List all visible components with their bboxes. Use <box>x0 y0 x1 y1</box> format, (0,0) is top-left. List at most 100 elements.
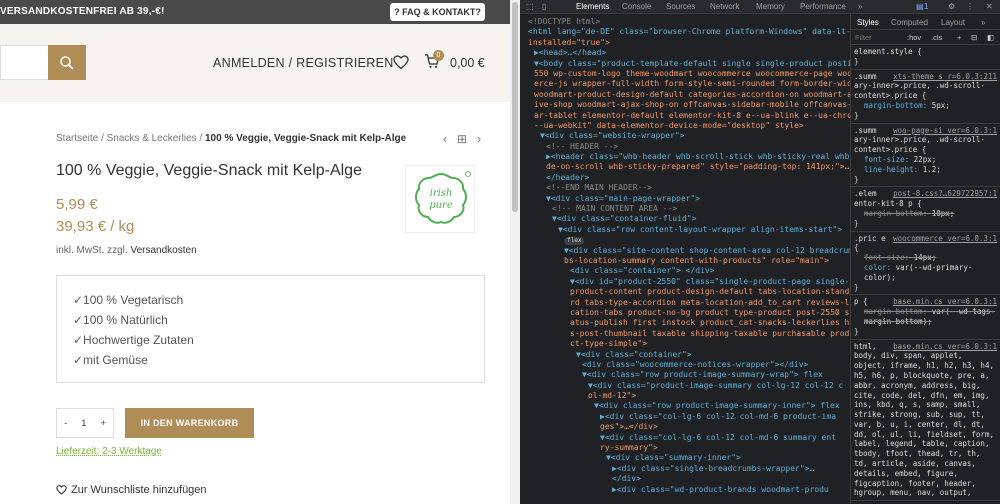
style-source-link[interactable]: woocommerce_ver=6.0.3:1 <box>893 234 997 244</box>
dom-node-line[interactable]: ▼<div class="main-page-wrapper"> <box>520 194 850 204</box>
dom-node-line[interactable]: <!DOCTYPE html> <box>520 17 850 27</box>
dom-node-line[interactable]: <div class="container"> </div> <box>520 266 850 276</box>
chevron-right-icon[interactable]: › <box>477 132 481 146</box>
dom-node-line[interactable]: ▶<div class="single-breadcrumbs-wrapper"… <box>520 464 850 474</box>
add-to-cart-button[interactable]: IN DEN WARENKORB <box>125 408 254 438</box>
grid-icon[interactable]: ⊞ <box>457 132 467 146</box>
shipping-costs-link[interactable]: Versandkosten <box>130 245 196 256</box>
search-button[interactable] <box>48 45 86 80</box>
style-rule[interactable]: xts-theme_s_r=6.0.3:211 .summ ary-inner>.… <box>851 70 1000 124</box>
dom-node-line[interactable]: de-on-scroll whb-sticky-prepared" style=… <box>520 162 850 172</box>
breadcrumb-home[interactable]: Startseite <box>56 133 98 144</box>
style-property[interactable]: color: var(--wd-primary-color); <box>854 263 997 283</box>
dom-node-line[interactable]: ▼<div class="summary-inner"> <box>520 453 850 463</box>
dom-node-line[interactable]: flex <box>520 235 850 246</box>
dom-node-line[interactable]: ▼<div class="container"> <box>520 350 850 360</box>
elements-tree[interactable]: <!DOCTYPE html> <html lang="de-DE" class=… <box>520 14 850 504</box>
style-property-value[interactable]: 10px; <box>932 209 955 218</box>
class-button[interactable]: .cls <box>931 33 942 43</box>
dom-node-line[interactable]: ▼<div class="website-wrapper"> <box>520 131 850 141</box>
dom-node-line[interactable]: ▶<div class="wd-product-brands woodmart-… <box>520 485 850 495</box>
dom-node-line[interactable]: ▼<body class="product-template-default s… <box>520 59 850 69</box>
dom-node-line[interactable]: ct-type-simple"> <box>520 339 850 349</box>
device-toggle-icon[interactable]: ▯ <box>542 2 546 11</box>
cart-total[interactable]: 0,00 € <box>450 56 485 70</box>
style-property[interactable]: margin-bottom: 10px; <box>854 209 997 219</box>
dom-node-line[interactable]: ▼<div class="site-content shop-content-a… <box>520 246 850 256</box>
dom-node-line[interactable]: erce-js wrapper-full-width form-style-se… <box>520 79 850 89</box>
style-property-value[interactable]: 14px; <box>914 253 937 262</box>
dom-node-line[interactable]: <!-- HEADER --> <box>520 142 850 152</box>
dom-node-line[interactable]: woodmart-product-design-default categori… <box>520 90 850 100</box>
tab-console[interactable]: Console <box>622 2 651 11</box>
dom-node-line[interactable]: ▼<div class="product-image-summary col-l… <box>520 381 850 391</box>
dom-node-line[interactable]: ▼<div id="product-2550" class="single-pr… <box>520 277 850 287</box>
tab-network[interactable]: Network <box>710 2 739 11</box>
quantity-minus-button[interactable]: - <box>64 418 67 428</box>
style-source-link[interactable]: post-8.css?…629722957:1 <box>893 189 997 199</box>
style-property[interactable]: margin-bottom: 5px; <box>854 101 997 111</box>
scrollbar-thumb[interactable] <box>512 2 518 212</box>
login-register-link[interactable]: ANMELDEN / REGISTRIEREN <box>213 56 394 70</box>
tab-sources[interactable]: Sources <box>666 2 695 11</box>
style-property-value[interactable]: 22px; <box>914 155 937 164</box>
style-property[interactable]: font-size: 22px; <box>854 155 997 165</box>
dom-node-line[interactable]: <div class="woocommerce-notices-wrapper"… <box>520 360 850 370</box>
dom-node-line[interactable]: ry-summary"> <box>520 443 850 453</box>
dom-node-line[interactable]: ▼<div class="col-lg-6 col-12 col-md-6 su… <box>520 433 850 443</box>
dom-node-line[interactable]: ▶<header class="whb-header whb-scroll-st… <box>520 152 850 162</box>
more-tabs-button[interactable]: » <box>858 2 862 11</box>
chevron-left-icon[interactable]: ‹ <box>443 132 447 146</box>
wishlist-icon[interactable] <box>393 55 409 75</box>
tab-styles[interactable]: Styles <box>857 18 879 28</box>
style-rule[interactable]: base.min.cs_ver=6.0.3:1 p {margin-bottom:… <box>851 295 1000 340</box>
tab-computed[interactable]: Computed <box>891 18 928 28</box>
gear-icon[interactable]: ⚙ <box>948 2 955 11</box>
flex-badge[interactable]: flex <box>564 237 585 246</box>
quantity-plus-button[interactable]: + <box>101 418 106 428</box>
dom-node-line[interactable]: <html lang="de-DE" class="browser-Chrome… <box>520 27 850 37</box>
tab-performance[interactable]: Performance <box>800 2 846 11</box>
quantity-input[interactable]: 1 <box>81 418 86 428</box>
style-source-link[interactable]: woo-page-si_ver=6.0.3:1 <box>893 126 997 136</box>
inspect-icon[interactable]: ⬚ <box>526 2 534 11</box>
styles-filter-input[interactable]: Filter <box>855 33 872 43</box>
style-rule[interactable]: woo-page-si_ver=6.0.3:1 .summ ary-inner>.… <box>851 124 1000 188</box>
tab-layout[interactable]: Layout <box>941 18 965 28</box>
dom-node-line[interactable]: 550 wp-custom-logo theme-woodmart woocom… <box>520 69 850 79</box>
style-source-link[interactable]: base.min.cs_ver=6.0.3:1 <box>893 342 997 352</box>
dom-node-line[interactable]: product-content product-design-default t… <box>520 287 850 297</box>
dom-node-line[interactable]: rd tabs-type-accordion meta-location-add… <box>520 298 850 308</box>
style-rule[interactable]: element.style {} <box>851 45 1000 70</box>
style-source-link[interactable]: base.min.cs_ver=6.0.3:1 <box>893 297 997 307</box>
dom-node-line[interactable]: s-post-thumbnail taxable shipping-taxabl… <box>520 329 850 339</box>
dom-node-line[interactable]: ▼<div class="container-fluid"> <box>520 214 850 224</box>
add-to-wishlist-link[interactable]: Zur Wunschliste hinzufügen <box>56 484 207 496</box>
dom-node-line[interactable]: ol-md-12"> <box>520 391 850 401</box>
more-tabs-button[interactable]: » <box>981 18 985 28</box>
breadcrumb-category[interactable]: Snacks & Leckerlies <box>107 133 197 144</box>
dom-node-line[interactable]: ▼<div class="row content-layout-wrapper … <box>520 225 850 235</box>
dom-node-line[interactable]: ▶<div class="col-lg-6 col-12 col-md-6 pr… <box>520 412 850 422</box>
page-scrollbar[interactable] <box>510 0 520 504</box>
dom-node-line[interactable]: <!--END MAIN HEADER--> <box>520 183 850 193</box>
style-property-value[interactable]: 1.2; <box>923 165 941 174</box>
dom-node-line[interactable]: ▼<div class="row product-image-summary-w… <box>520 370 850 380</box>
dom-node-line[interactable]: bs-location-summary content-with-product… <box>520 256 850 266</box>
style-property[interactable]: margin-bottom: var(--wd-tags-margin-bott… <box>854 307 997 327</box>
brand-logo[interactable]: irish pure <box>405 165 475 233</box>
tab-memory[interactable]: Memory <box>756 2 785 11</box>
dom-node-line[interactable]: ive-shop woodmart-ajax-shop-on offcanvas… <box>520 100 850 110</box>
style-property-value[interactable]: 5px; <box>932 101 950 110</box>
dom-node-line[interactable]: <!-- MAIN CONTENT AREA --> <box>520 204 850 214</box>
dom-node-line[interactable]: ar-tablet elementor-default elementor-ki… <box>520 111 850 121</box>
dom-node-line[interactable]: </header> <box>520 173 850 183</box>
dom-node-line[interactable]: installed="true"> <box>520 38 850 48</box>
computed-toggle-icon[interactable]: ◧ <box>987 33 994 43</box>
dom-node-line[interactable]: ges">…</div> <box>520 422 850 432</box>
dom-node-line[interactable]: </div> <box>520 474 850 484</box>
more-options-icon[interactable]: ⋮ <box>966 2 974 11</box>
close-icon[interactable]: ✕ <box>986 2 993 11</box>
dom-node-line[interactable]: cation-tabs product-no-bg product type-p… <box>520 308 850 318</box>
dom-node-line[interactable]: ▶<head>…</head> <box>520 48 850 58</box>
